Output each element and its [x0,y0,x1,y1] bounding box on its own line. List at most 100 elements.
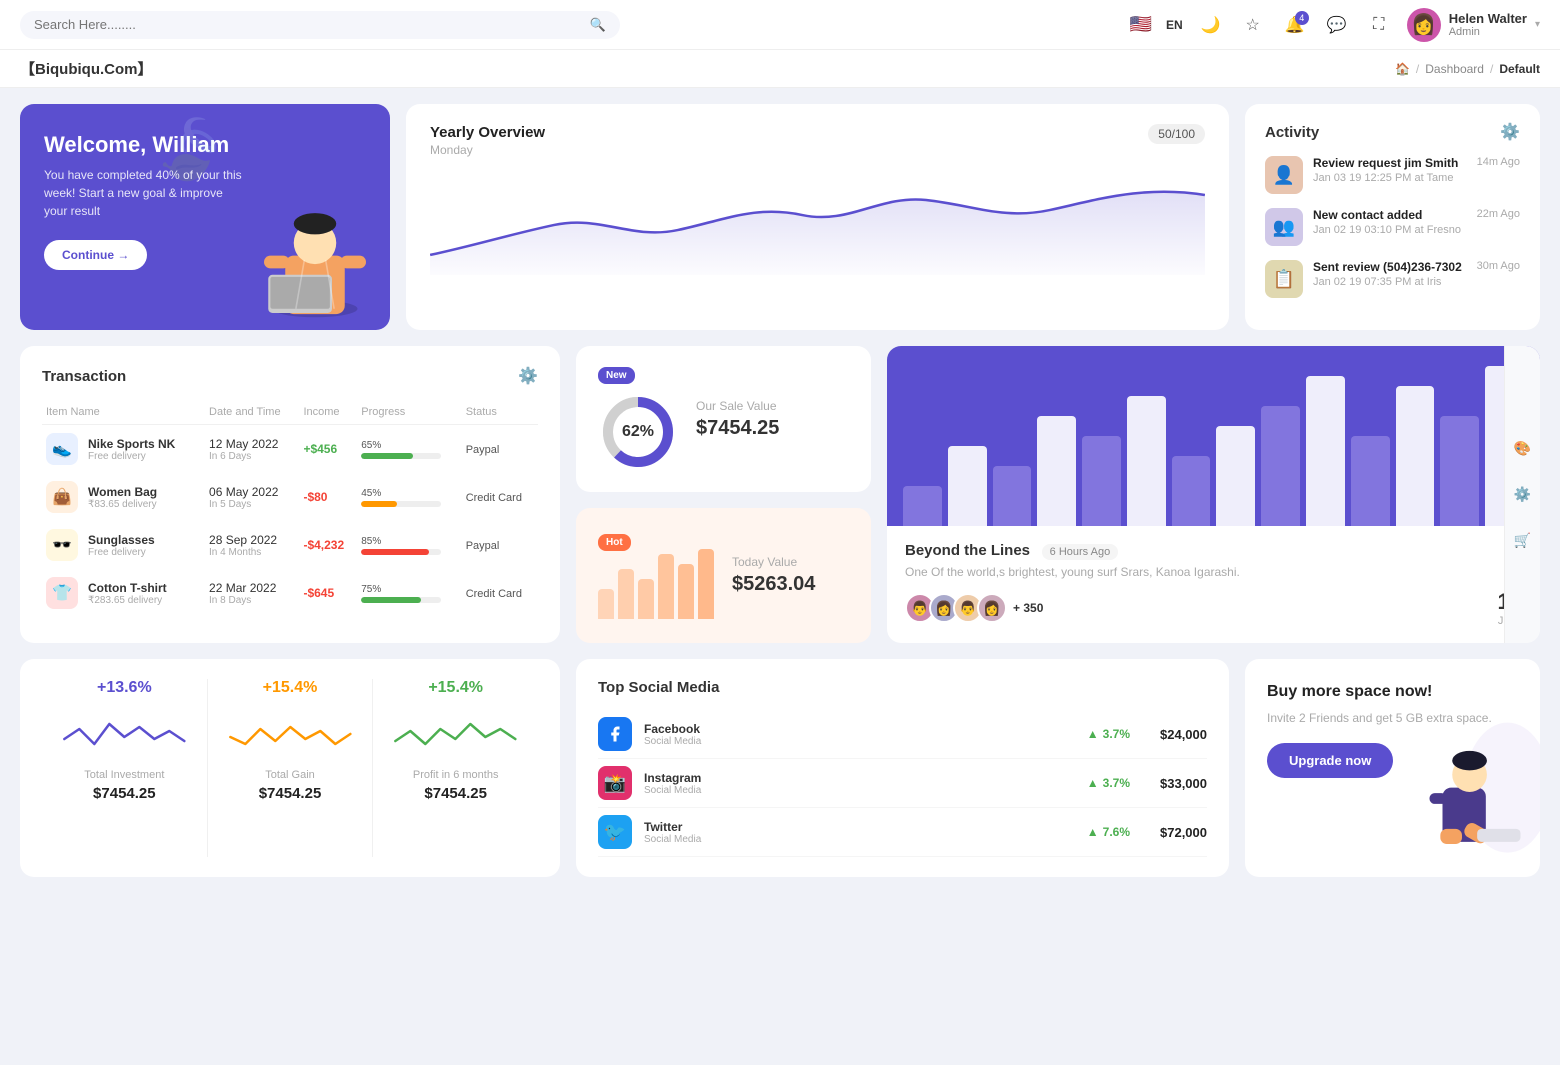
trans-column-header: Progress [357,400,461,425]
activity-item-title: New contact added [1313,208,1467,222]
up-arrow-icon: ▲ [1087,825,1099,839]
bc-sep1: / [1416,62,1419,76]
notification-badge: 4 [1295,11,1309,25]
search-input[interactable] [34,17,582,32]
bar-rect [1172,456,1211,526]
row-2: Transaction ⚙️ Item NameDate and TimeInc… [20,346,1540,643]
notification-icon[interactable]: 🔔 4 [1281,11,1309,39]
bar-item [1440,416,1479,526]
item-sub: Free delivery [88,547,155,558]
social-item: 🐦 Twitter Social Media ▲ 7.6% $72,000 [598,808,1207,857]
home-icon[interactable]: 🏠 [1395,62,1410,76]
plus-count: + 350 [1013,601,1043,615]
today-value: $5263.04 [732,573,815,596]
social-sub: Social Media [644,736,701,747]
social-growth: ▲ 3.7% [1087,776,1130,790]
social-amount: $24,000 [1160,727,1207,742]
sale-value: $7454.25 [696,417,779,440]
activity-card: Activity ⚙️ 👤 Review request jim Smith J… [1245,104,1540,330]
star-icon[interactable]: ☆ [1239,11,1267,39]
transaction-settings-icon[interactable]: ⚙️ [518,366,538,386]
transaction-table: Item NameDate and TimeIncomeProgressStat… [42,400,538,617]
activity-thumb: 👥 [1265,208,1303,246]
fullscreen-icon[interactable]: ⛶ [1365,11,1393,39]
today-label: Today Value [732,555,815,569]
buy-space-title: Buy more space now! [1267,683,1518,701]
hot-badge: Hot [598,534,631,551]
bar-rect [1216,426,1255,526]
top-navigation: 🔍 🇺🇸 EN 🌙 ☆ 🔔 4 💬 ⛶ 👩 Helen Walter Admin… [0,0,1560,50]
progress-cell: 85% [357,521,461,569]
activity-item-time: 30m Ago [1477,260,1520,272]
item-icon: 👟 [46,433,78,465]
item-sub: ₹83.65 delivery [88,499,157,510]
side-gear-icon[interactable]: ⚙️ [1509,481,1537,509]
activity-title: Activity [1265,124,1319,141]
bar-item [1127,396,1166,526]
bar-rect [903,486,942,526]
user-role: Admin [1449,26,1527,38]
bc-current: Default [1499,62,1540,76]
activity-header: Activity ⚙️ [1265,122,1520,142]
item-days: In 5 Days [209,499,295,510]
bc-dashboard[interactable]: Dashboard [1425,62,1484,76]
status-cell: Credit Card [462,473,538,521]
search-icon: 🔍 [590,17,606,33]
bar-rect [1396,386,1435,526]
table-row: 🕶️ Sunglasses Free delivery 28 Sep 2022 … [42,521,538,569]
continue-button[interactable]: Continue → [44,240,147,270]
yearly-badge: 50/100 [1148,124,1205,144]
search-box[interactable]: 🔍 [20,11,620,39]
side-cart-icon[interactable]: 🛒 [1509,527,1537,555]
activity-item: 👤 Review request jim Smith Jan 03 19 12:… [1265,156,1520,194]
message-icon[interactable]: 💬 [1323,11,1351,39]
metric-pct: +15.4% [263,679,318,697]
language-label[interactable]: EN [1166,18,1183,32]
bar-item [948,446,987,526]
mini-bar-chart [598,559,714,619]
progress-fill [361,549,429,555]
activity-text: Review request jim Smith Jan 03 19 12:25… [1313,156,1467,184]
metric-pct: +13.6% [97,679,152,697]
welcome-figure [230,160,390,330]
dark-mode-toggle[interactable]: 🌙 [1197,11,1225,39]
avatar-group: 👨 👩 👨 👩 + 350 [905,593,1043,623]
side-palette-icon[interactable]: 🎨 [1509,435,1537,463]
progress-cell: 65% [357,425,461,474]
welcome-card: 🍃 Welcome, William You have completed 40… [20,104,390,330]
social-info: Twitter Social Media [644,820,701,845]
social-platform-icon: 🐦 [598,815,632,849]
yearly-header: Yearly Overview Monday 50/100 [430,124,1205,157]
social-platform-icon [598,717,632,751]
activity-text: Sent review (504)236-7302 Jan 02 19 07:3… [1313,260,1467,288]
item-name-cell: 🕶️ Sunglasses Free delivery [42,521,205,569]
bar-rect [1037,416,1076,526]
user-name: Helen Walter [1449,11,1527,26]
bar-rect [993,466,1032,526]
status-label: Credit Card [466,492,522,504]
activity-settings-icon[interactable]: ⚙️ [1500,122,1520,142]
upgrade-button[interactable]: Upgrade now [1267,743,1393,778]
up-arrow-icon: ▲ [1087,727,1099,741]
item-sub: ₹283.65 delivery [88,595,167,606]
bar-item [993,466,1032,526]
activity-item-title: Sent review (504)236-7302 [1313,260,1467,274]
metric-value: $7454.25 [93,785,156,802]
date-cell: 06 May 2022 In 5 Days [205,473,299,521]
mini-bar-item [618,569,634,619]
social-sub: Social Media [644,785,701,796]
user-menu[interactable]: 👩 Helen Walter Admin ▾ [1407,8,1540,42]
activity-item-sub: Jan 02 19 07:35 PM at Iris [1313,276,1467,288]
social-growth: ▲ 3.7% [1087,727,1130,741]
donut-chart: 62% [598,392,678,472]
progress-cell: 75% [357,569,461,617]
item-icon: 👜 [46,481,78,513]
transaction-header: Transaction ⚙️ [42,366,538,386]
growth-pct: 3.7% [1103,776,1130,790]
progress-bar [361,501,441,507]
bar-item [1396,386,1435,526]
table-row: 👜 Women Bag ₹83.65 delivery 06 May 2022 … [42,473,538,521]
breadcrumb: 🏠 / Dashboard / Default [1395,62,1540,76]
space-figure [1410,701,1540,877]
social-name: Instagram [644,771,701,785]
